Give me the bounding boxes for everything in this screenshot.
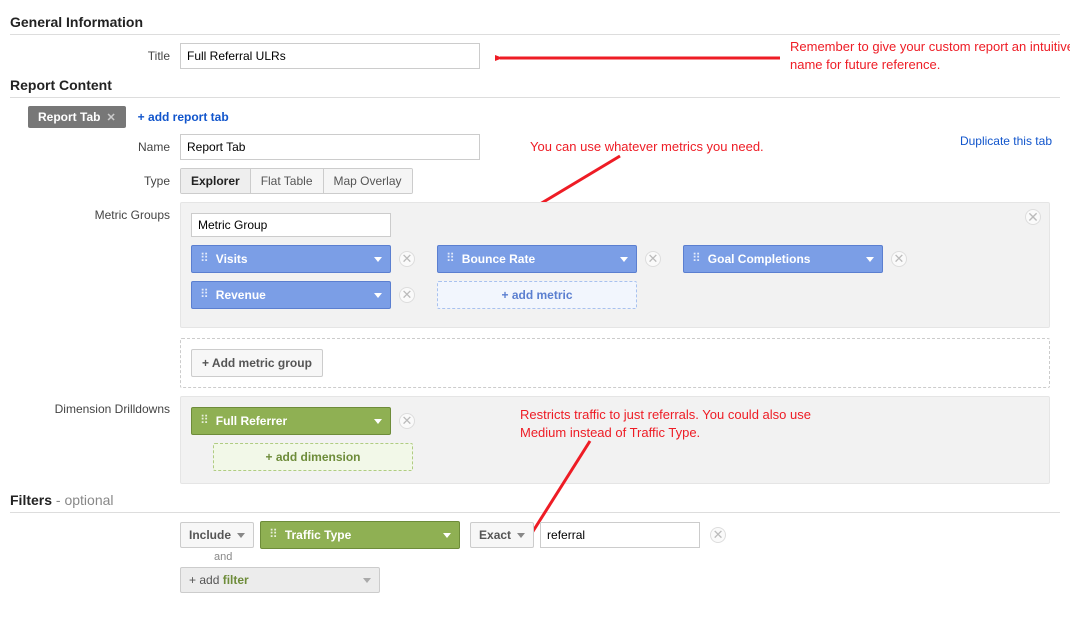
label-name: Name [10,134,180,154]
filter-include-label: Include [189,528,231,542]
label-metric-groups: Metric Groups [10,202,180,222]
dimension-label: Full Referrer [216,414,287,428]
drag-handle-icon[interactable] [692,256,702,263]
metric-chip-visits[interactable]: Visits [191,245,391,273]
add-metric-label: + add metric [501,288,572,302]
add-dimension-button[interactable]: + add dimension [213,443,413,471]
title-input[interactable] [180,43,480,69]
add-report-tab-link[interactable]: + add report tab [138,110,229,124]
drag-handle-icon[interactable] [200,418,210,425]
filter-dimension-chip[interactable]: Traffic Type [260,521,460,549]
tab-label: Report Tab [38,110,100,124]
section-report-content: Report Content [10,77,1060,98]
filter-include-select[interactable]: Include [180,522,254,548]
label-title: Title [10,43,180,63]
add-filter-prefix: + add [189,573,223,587]
name-input[interactable] [180,134,480,160]
tab-close-icon[interactable]: ✕ [106,111,115,124]
chevron-down-icon [517,533,525,538]
section-filters: Filters - optional [10,492,1060,513]
section-general-info: General Information [10,14,1060,35]
drag-handle-icon[interactable] [200,256,210,263]
add-filter-button[interactable]: + add filter [180,567,380,593]
annotation-title: Remember to give your custom report an i… [790,38,1070,73]
remove-metric-icon[interactable]: ✕ [645,251,661,267]
metric-group-name-input[interactable] [191,213,391,237]
metric-label: Goal Completions [708,252,811,266]
filter-value-input[interactable] [540,522,700,548]
filter-match-select[interactable]: Exact [470,522,534,548]
remove-dimension-icon[interactable]: ✕ [399,413,415,429]
drag-handle-icon[interactable] [269,532,279,539]
metric-chip-bounce-rate[interactable]: Bounce Rate [437,245,637,273]
chevron-down-icon [374,419,382,424]
metric-group-panel: ✕ Visits ✕ Bounce Rate [180,202,1050,328]
remove-filter-icon[interactable]: ✕ [710,527,726,543]
remove-metric-icon[interactable]: ✕ [399,287,415,303]
chevron-down-icon [443,533,451,538]
add-dimension-label: + add dimension [265,450,360,464]
label-type: Type [10,168,180,188]
remove-metric-group-icon[interactable]: ✕ [1025,209,1041,225]
type-toggle: Explorer Flat Table Map Overlay [180,168,413,194]
chevron-down-icon [866,257,874,262]
filter-row: Include Traffic Type Exact ✕ [180,521,1060,549]
duplicate-tab-link[interactable]: Duplicate this tab [960,134,1052,148]
drag-handle-icon[interactable] [200,292,210,299]
tab-report-tab[interactable]: Report Tab ✕ [28,106,126,128]
label-dimension-drilldowns: Dimension Drilldowns [10,396,180,416]
metric-label: Revenue [216,288,266,302]
remove-metric-icon[interactable]: ✕ [891,251,907,267]
drag-handle-icon[interactable] [446,256,456,263]
chevron-down-icon [237,533,245,538]
metric-chip-goal-completions[interactable]: Goal Completions [683,245,883,273]
chevron-down-icon [620,257,628,262]
metric-chip-revenue[interactable]: Revenue [191,281,391,309]
add-filter-word: filter [223,573,249,587]
annotation-filters: Restricts traffic to just referrals. You… [520,406,830,441]
type-map-overlay[interactable]: Map Overlay [324,169,412,193]
metric-label: Visits [216,252,248,266]
dimension-chip-full-referrer[interactable]: Full Referrer [191,407,391,435]
chevron-down-icon [363,578,371,583]
filter-match-label: Exact [479,528,511,542]
add-metric-button[interactable]: + add metric [437,281,637,309]
chevron-down-icon [374,293,382,298]
add-metric-group-panel: + Add metric group [180,338,1050,388]
annotation-metrics: You can use whatever metrics you need. [530,138,830,156]
add-metric-group-button[interactable]: + Add metric group [191,349,323,377]
metric-label: Bounce Rate [462,252,535,266]
type-flat-table[interactable]: Flat Table [251,169,324,193]
chevron-down-icon [374,257,382,262]
filters-optional-label: - optional [52,492,113,508]
type-explorer[interactable]: Explorer [181,169,251,193]
filter-dimension-label: Traffic Type [285,528,351,542]
filter-and-label: and [214,551,1060,563]
remove-metric-icon[interactable]: ✕ [399,251,415,267]
